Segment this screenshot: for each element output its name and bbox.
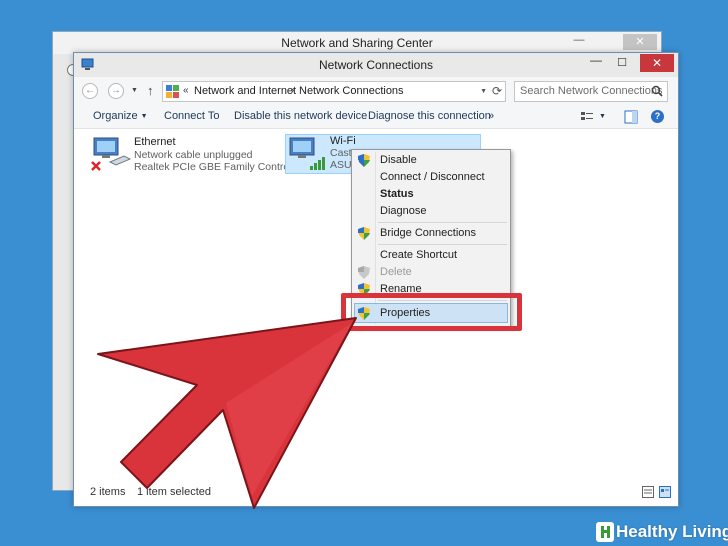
healthy-living-logo-icon	[596, 522, 614, 542]
red-pointer-arrow-icon	[97, 317, 357, 509]
watermark-text: Healthy Living	[616, 522, 728, 541]
healthy-living-watermark: Healthy Living	[594, 520, 728, 546]
